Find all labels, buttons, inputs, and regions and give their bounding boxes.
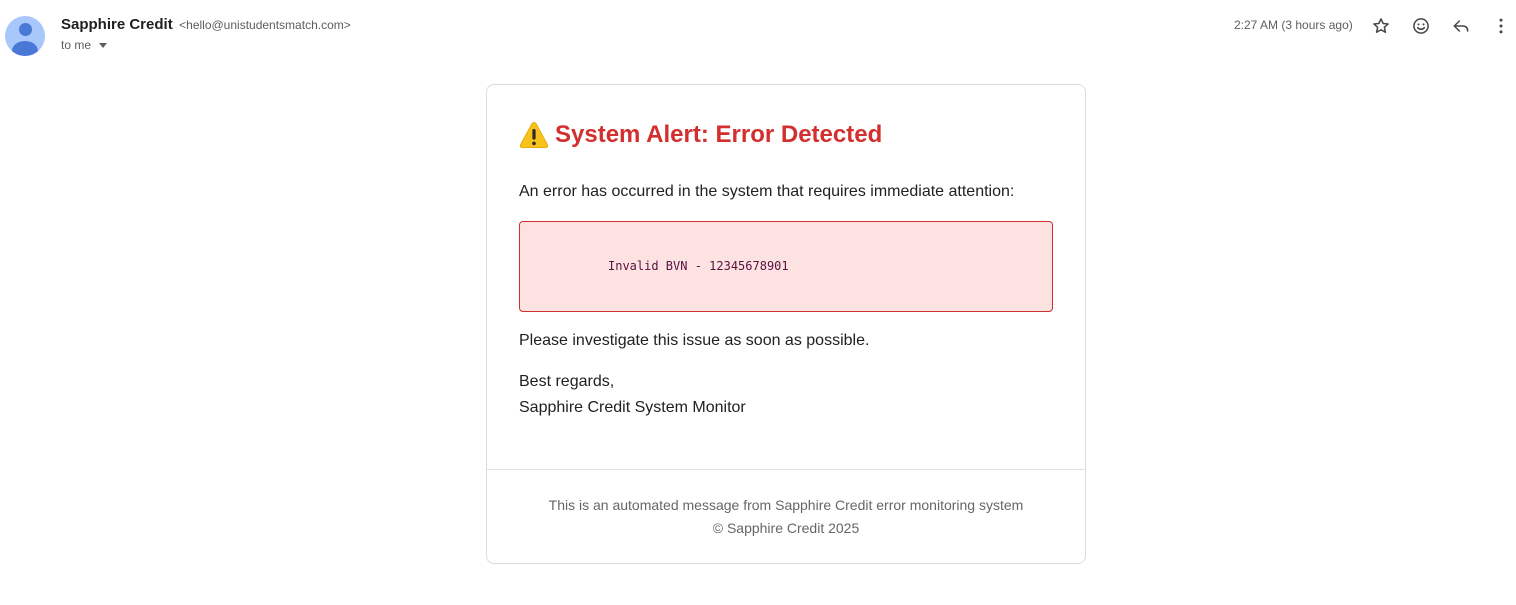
avatar-head: [19, 23, 32, 36]
error-detail-text: Invalid BVN - 12345678901: [608, 259, 789, 273]
footer-divider: [487, 469, 1085, 470]
error-detail-box: Invalid BVN - 12345678901: [519, 221, 1053, 312]
more-options-button[interactable]: [1485, 10, 1516, 42]
sender-line: Sapphire Credit <hello@unistudentsmatch.…: [61, 16, 351, 34]
footer-disclaimer: This is an automated message from Sapphi…: [548, 497, 1024, 513]
emoji-smile-icon: [1413, 18, 1429, 34]
reply-icon: [1453, 20, 1469, 32]
emoji-reaction-button[interactable]: [1405, 10, 1437, 42]
avatar-body: [12, 41, 38, 56]
more-vertical-icon: [1499, 18, 1503, 34]
sender-avatar-icon[interactable]: [5, 16, 45, 56]
reply-button[interactable]: [1445, 10, 1477, 42]
email-header: Sapphire Credit <hello@unistudentsmatch.…: [0, 0, 1516, 70]
alert-title-text: System Alert: Error Detected: [555, 121, 883, 148]
email-body-card: System Alert: Error Detected An error ha…: [486, 84, 1086, 564]
star-button[interactable]: [1365, 10, 1397, 42]
chevron-down-icon: [99, 43, 108, 48]
intro-text: An error has occurred in the system that…: [519, 183, 1015, 200]
sender-name[interactable]: Sapphire Credit: [61, 16, 173, 33]
recipient-dropdown[interactable]: to me: [61, 38, 108, 52]
warning-icon: [519, 122, 549, 148]
footer-copyright: © Sapphire Credit 2025: [712, 520, 860, 536]
closing-text: Best regards,: [519, 373, 615, 390]
recipient-label: to me: [61, 38, 92, 52]
signature-text: Sapphire Credit System Monitor: [519, 399, 746, 416]
instruction-text: Please investigate this issue as soon as…: [519, 332, 870, 349]
alert-title: System Alert: Error Detected: [519, 121, 882, 149]
email-timestamp: 2:27 AM (3 hours ago): [1234, 18, 1353, 32]
sender-email: <hello@unistudentsmatch.com>: [179, 18, 351, 32]
star-icon: [1373, 18, 1389, 33]
